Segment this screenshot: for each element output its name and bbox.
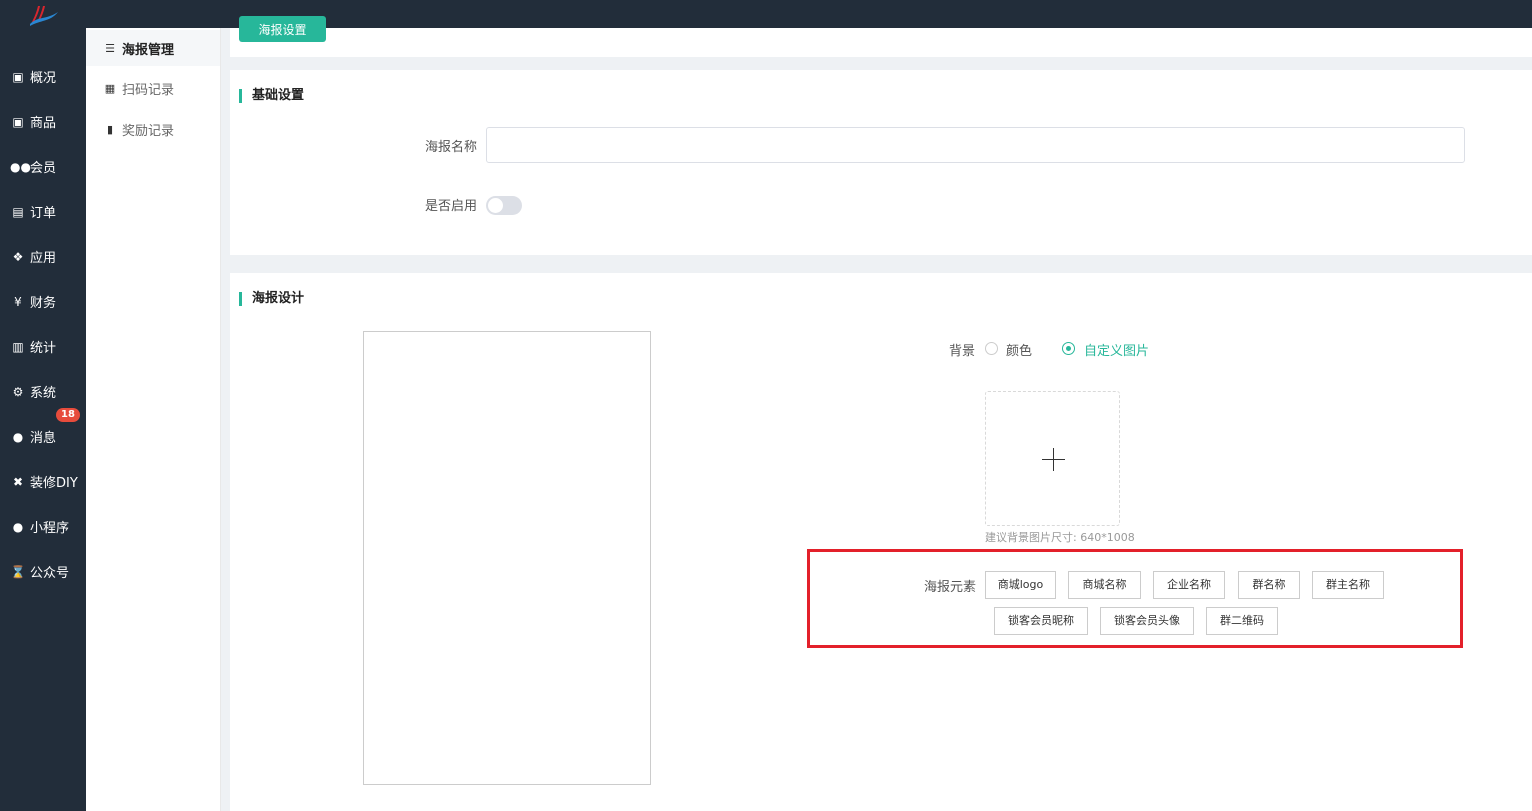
archive-icon: ▣ (12, 114, 24, 129)
list-icon: ☰ (105, 41, 115, 55)
bg-color-option-label[interactable]: 颜色 (1006, 340, 1032, 359)
subnav-item-scan-records[interactable]: ▦ 扫码记录 (86, 70, 220, 106)
background-label: 背景 (949, 344, 976, 359)
sidebar-item-overview[interactable]: ▣ 概况 (0, 54, 86, 99)
gavel-icon: ✖ (12, 474, 24, 489)
bookmark-icon: ▮ (106, 122, 114, 136)
enable-label: 是否启用 (425, 199, 478, 214)
header-panel: 海报设置 (230, 16, 1532, 57)
section-title-design: 海报设计 (239, 292, 304, 306)
sidebar-item-messages[interactable]: ● 消息 18 (0, 408, 86, 459)
bg-image-option-label[interactable]: 自定义图片 (1084, 340, 1149, 359)
poster-settings-button[interactable]: 海报设置 (239, 16, 326, 42)
bg-color-radio[interactable] (985, 342, 998, 355)
section-title-basic: 基础设置 (239, 89, 304, 103)
bg-image-radio[interactable] (1062, 342, 1075, 355)
background-upload[interactable] (985, 391, 1120, 526)
element-member-nickname-button[interactable]: 锁客会员昵称 (994, 607, 1088, 635)
users-icon: ●● (10, 159, 31, 174)
yen-icon: ¥ (14, 294, 22, 309)
main-sidebar: ▣ 概况 ▣ 商品 ●● 会员 ▤ 订单 ❖ 应用 ¥ 财务 ▥ 统计 ⚙ 系统… (0, 28, 86, 811)
element-mall-name-button[interactable]: 商城名称 (1068, 571, 1141, 599)
hourglass-icon: ⌛ (10, 564, 26, 579)
sidebar-item-members[interactable]: ●● 会员 (0, 144, 86, 189)
sidebar-item-orders[interactable]: ▤ 订单 (0, 189, 86, 234)
plus-icon (1053, 448, 1054, 471)
poster-name-label: 海报名称 (425, 140, 478, 155)
poster-name-input[interactable] (486, 127, 1465, 163)
poster-elements-label: 海报元素 (924, 580, 977, 595)
wechat-icon: ● (12, 519, 24, 534)
bar-chart-icon: ▥ (12, 339, 24, 354)
gears-icon: ⚙ (12, 384, 24, 399)
subnav-item-reward-records[interactable]: ▮ 奖励记录 (86, 111, 220, 147)
element-group-name-button[interactable]: 群名称 (1238, 571, 1300, 599)
main-content: 海报设置 基础设置 海报名称 是否启用 海报设计 背景 颜色 自定义图片 建议背… (230, 16, 1532, 811)
sidebar-item-apps[interactable]: ❖ 应用 (0, 234, 86, 279)
cubes-icon: ❖ (12, 249, 24, 264)
sidebar-item-official-account[interactable]: ⌛ 公众号 (0, 549, 86, 594)
brand-logo[interactable] (28, 4, 60, 26)
sidebar-item-goods[interactable]: ▣ 商品 (0, 99, 86, 144)
archive-icon: ▣ (12, 69, 24, 84)
qrcode-icon: ▦ (104, 81, 116, 95)
element-company-name-button[interactable]: 企业名称 (1153, 571, 1225, 599)
upload-size-hint: 建议背景图片尺寸: 640*1008 (985, 531, 1135, 544)
subnav-item-poster-management[interactable]: ☰ 海报管理 (86, 30, 220, 66)
poster-preview-canvas[interactable] (363, 331, 651, 785)
sidebar-item-miniprogram[interactable]: ● 小程序 (0, 504, 86, 549)
cart-icon: ▤ (12, 204, 24, 219)
message-count-badge: 18 (56, 408, 80, 422)
element-mall-logo-button[interactable]: 商城logo (985, 571, 1056, 599)
sidebar-item-stats[interactable]: ▥ 统计 (0, 324, 86, 369)
comment-icon: ● (12, 429, 24, 444)
sidebar-item-finance[interactable]: ¥ 财务 (0, 279, 86, 324)
sidebar-item-decoration[interactable]: ✖ 装修DIY (0, 459, 86, 504)
element-group-owner-button[interactable]: 群主名称 (1312, 571, 1384, 599)
element-group-qrcode-button[interactable]: 群二维码 (1206, 607, 1278, 635)
sub-navigation: ☰ 海报管理 ▦ 扫码记录 ▮ 奖励记录 (86, 28, 221, 811)
element-member-avatar-button[interactable]: 锁客会员头像 (1100, 607, 1194, 635)
top-bar (0, 0, 1532, 28)
enable-toggle[interactable] (486, 196, 522, 215)
